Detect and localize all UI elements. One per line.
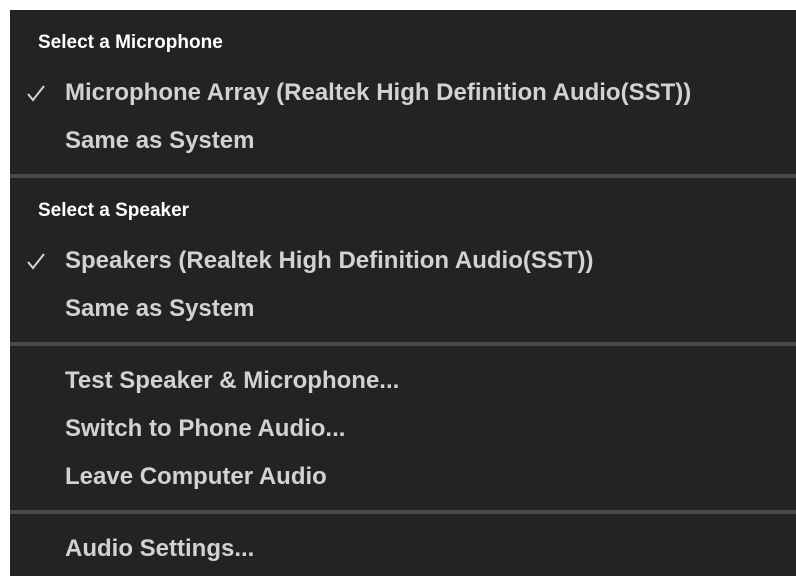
menu-item-microphone-array[interactable]: Microphone Array (Realtek High Definitio… <box>10 71 796 115</box>
menu-item-speakers-realtek[interactable]: Speakers (Realtek High Definition Audio(… <box>10 239 796 283</box>
menu-item-label: Speakers (Realtek High Definition Audio(… <box>65 247 594 274</box>
menu-item-speaker-same-as-system[interactable]: Same as System <box>10 287 796 331</box>
menu-item-switch-to-phone-audio[interactable]: Switch to Phone Audio... <box>10 407 796 451</box>
menu-item-leave-computer-audio[interactable]: Leave Computer Audio <box>10 455 796 499</box>
menu-item-label: Leave Computer Audio <box>65 463 327 490</box>
menu-item-audio-settings[interactable]: Audio Settings... <box>10 527 796 571</box>
menu-item-test-speaker-microphone[interactable]: Test Speaker & Microphone... <box>10 359 796 403</box>
select-microphone-header: Select a Microphone <box>38 32 223 53</box>
menu-item-label: Same as System <box>65 127 255 154</box>
audio-options-menu: Select a Microphone Microphone Array (Re… <box>10 10 796 576</box>
checkmark-icon <box>24 71 48 115</box>
menu-item-label: Switch to Phone Audio... <box>65 415 346 442</box>
menu-item-label: Same as System <box>65 295 255 322</box>
select-speaker-header: Select a Speaker <box>38 200 190 221</box>
menu-item-label: Audio Settings... <box>65 535 255 562</box>
menu-separator <box>10 174 796 178</box>
menu-item-label: Test Speaker & Microphone... <box>65 367 400 394</box>
menu-separator <box>10 510 796 514</box>
checkmark-icon <box>24 239 48 283</box>
menu-separator <box>10 342 796 346</box>
menu-item-microphone-same-as-system[interactable]: Same as System <box>10 119 796 163</box>
menu-item-label: Microphone Array (Realtek High Definitio… <box>65 79 692 106</box>
